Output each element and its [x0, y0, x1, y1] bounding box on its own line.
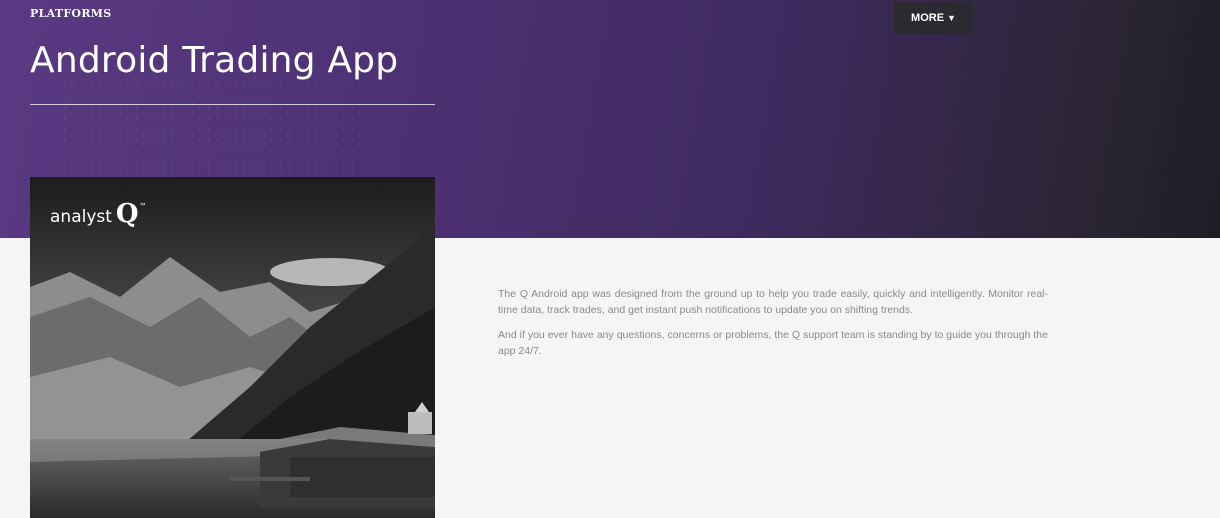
analyst-q-logo: analyst Q ™ — [50, 199, 146, 229]
page-title: Android Trading App — [30, 40, 399, 81]
description-paragraph: And if you ever have any questions, conc… — [498, 329, 1048, 357]
chevron-down-icon: ▼ — [947, 13, 956, 23]
app-description: The Q Android app was designed from the … — [498, 286, 1048, 368]
description-paragraph: The Q Android app was designed from the … — [498, 288, 1048, 316]
app-promo-image: analyst Q ™ — [30, 177, 435, 518]
more-menu-button[interactable]: MORE ▼ — [894, 2, 973, 34]
title-divider — [30, 104, 435, 105]
more-button-label: MORE — [911, 12, 945, 24]
section-eyebrow: PLATFORMS — [30, 7, 112, 20]
